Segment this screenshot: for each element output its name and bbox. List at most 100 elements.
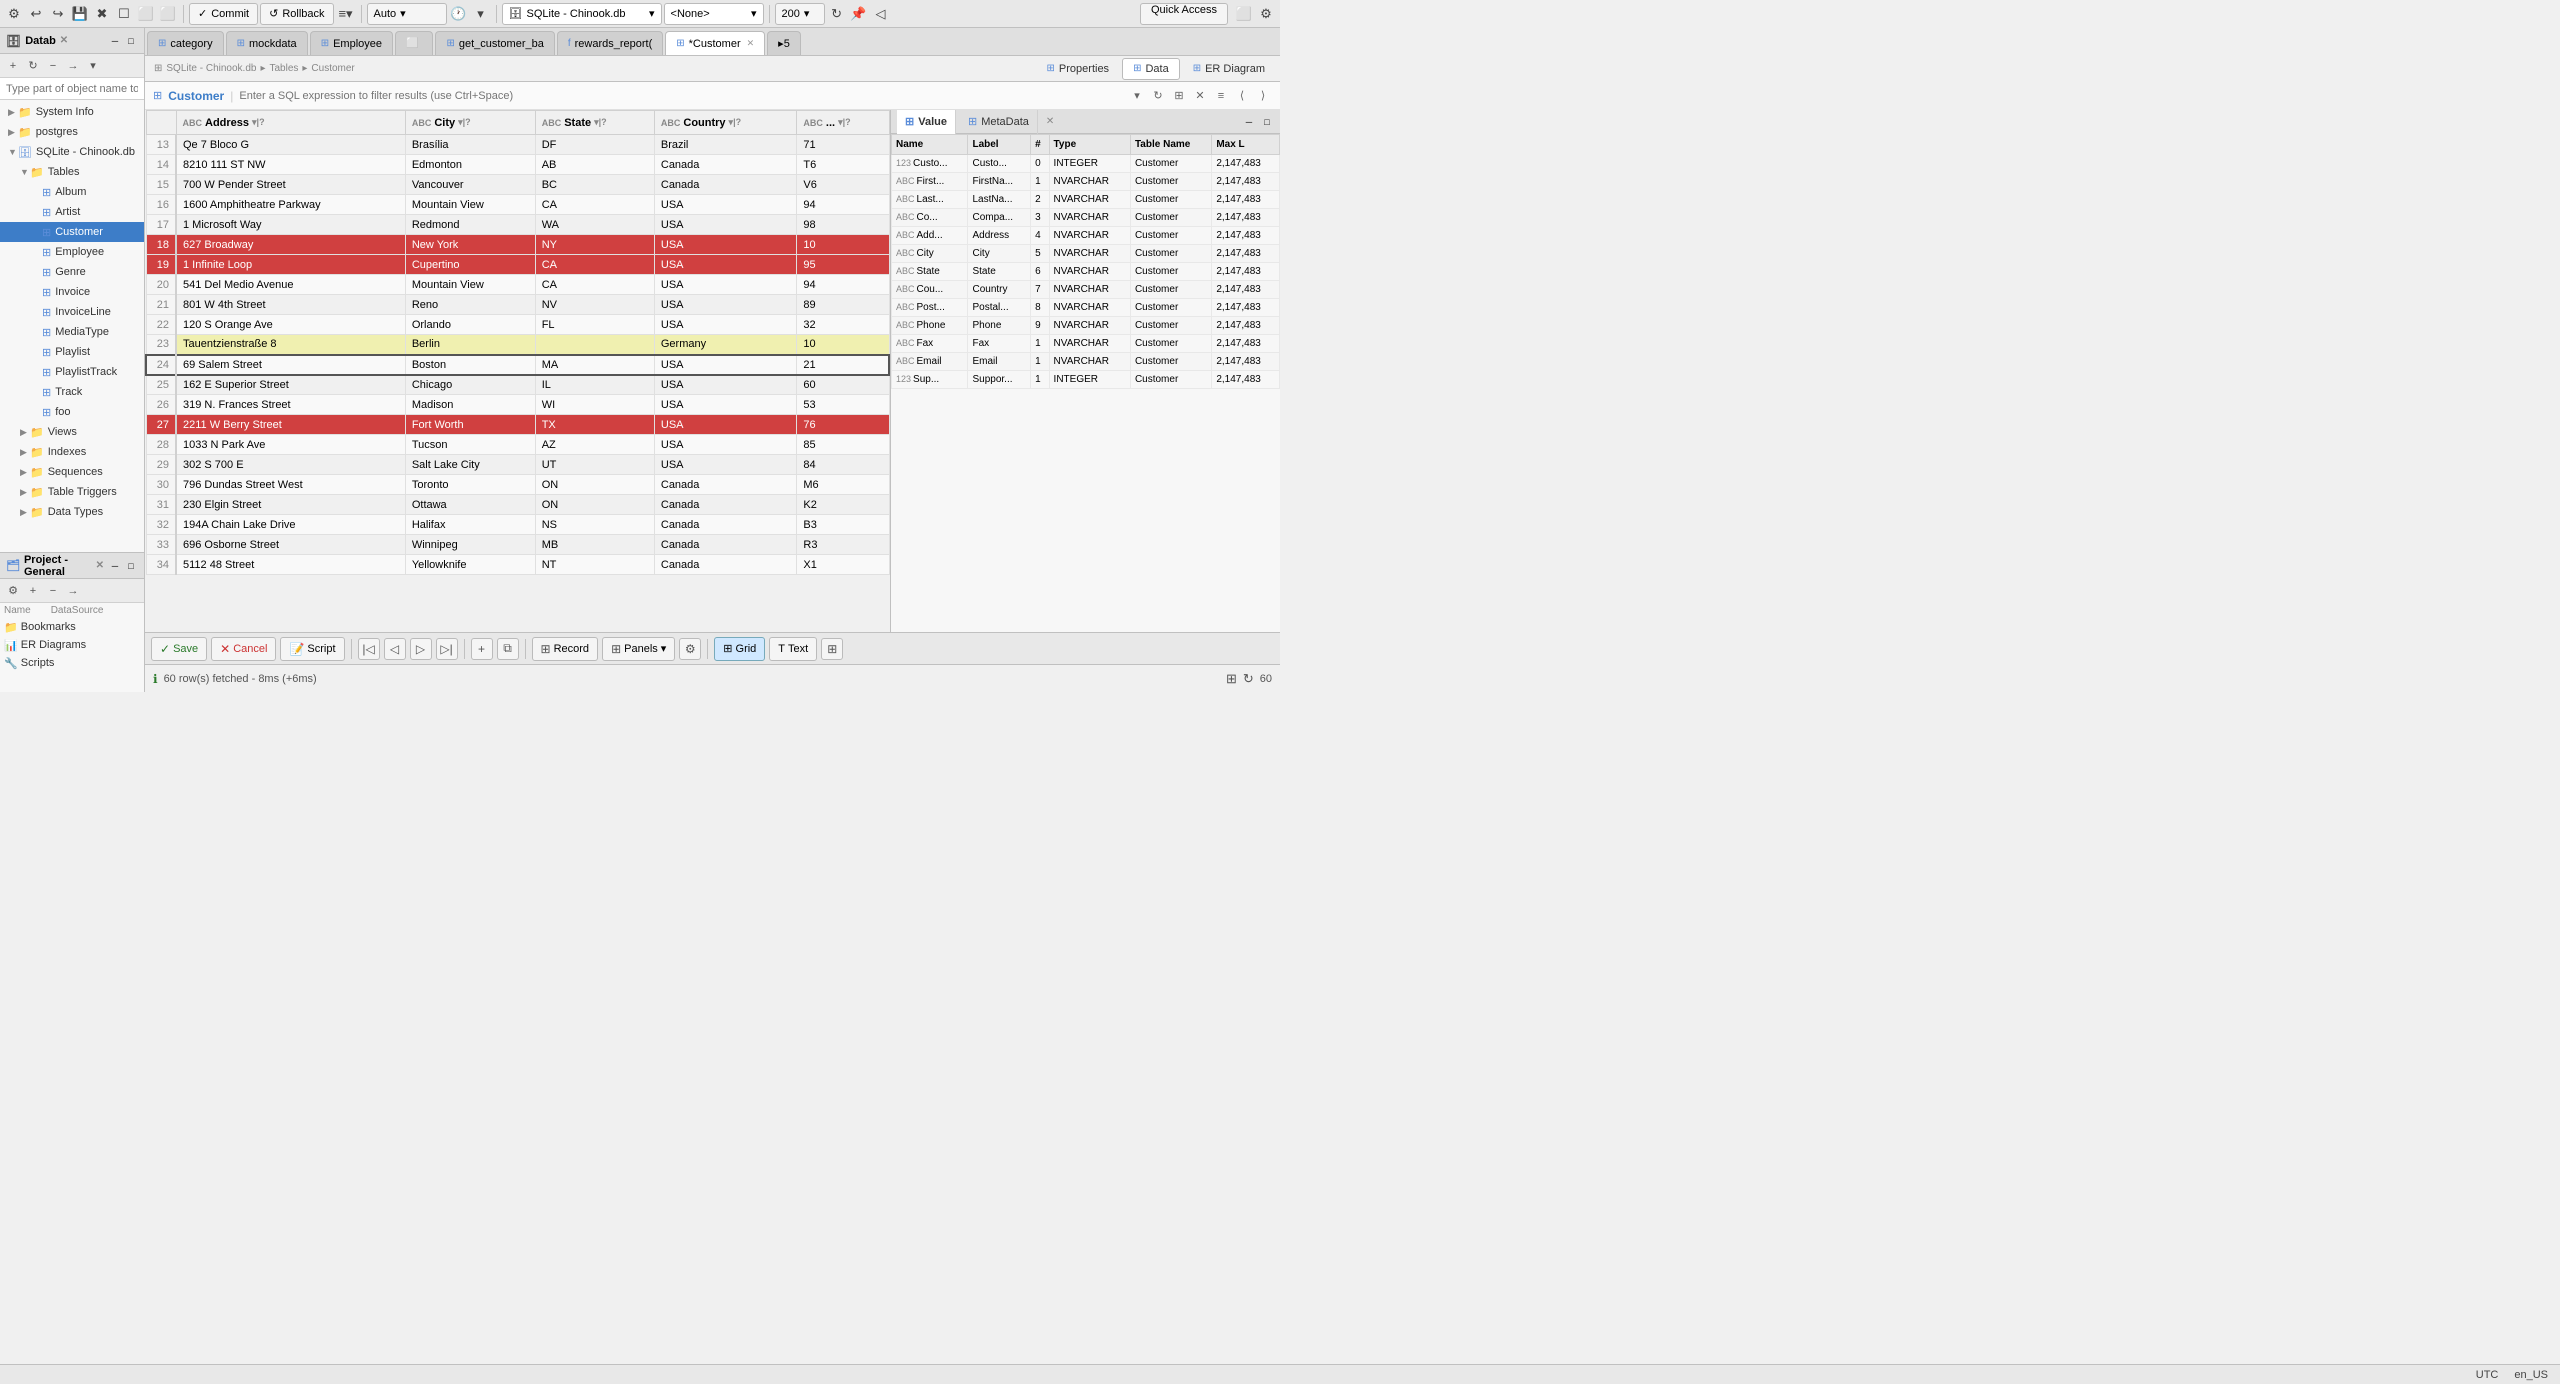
meta-tab-value[interactable]: ⊞ Value (897, 110, 956, 134)
table-row[interactable]: 21801 W 4th StreetRenoNVUSA89 (146, 295, 889, 315)
table-row[interactable]: 161600 Amphitheatre ParkwayMountain View… (146, 195, 889, 215)
table-row[interactable]: 18627 BroadwayNew YorkNYUSA10 (146, 235, 889, 255)
meta-maximize[interactable]: □ (1260, 115, 1274, 129)
rollback-button[interactable]: ↺ Rollback (260, 3, 333, 25)
project-item-bookmarks[interactable]: 📁 Bookmarks (0, 618, 144, 636)
save-button[interactable]: ✓ Save (151, 637, 207, 661)
db-panel-close-x[interactable]: ✕ (60, 35, 68, 46)
panel-minus-icon[interactable]: − (44, 57, 62, 75)
tree-item-invoiceline[interactable]: ⊞InvoiceLine (0, 302, 144, 322)
tree-item-playlisttrack[interactable]: ⊞PlaylistTrack (0, 362, 144, 382)
tab-more[interactable]: ▸5 (767, 31, 801, 55)
filter-icon-7[interactable]: ⟩ (1254, 87, 1272, 105)
table-row[interactable]: 148210 111 ST NWEdmontonABCanadaT6 (146, 155, 889, 175)
proj-minimize[interactable]: ─ (108, 559, 122, 573)
sub-tab-er-diagram[interactable]: ⊞ER Diagram (1182, 58, 1276, 80)
toolbar-icon-1[interactable]: ⚙ (4, 4, 24, 24)
toolbar-icon-refresh[interactable]: ↻ (827, 4, 847, 24)
panels-button[interactable]: ⊞ Panels ▾ (602, 637, 675, 661)
col-header-...[interactable]: ABC...▾|? (797, 111, 889, 135)
tree-item-invoice[interactable]: ⊞Invoice (0, 282, 144, 302)
tree-item-playlist[interactable]: ⊞Playlist (0, 342, 144, 362)
toolbar-icon-back[interactable]: ◁ (871, 4, 891, 24)
meta-row[interactable]: ABCLast...LastNa...2NVARCHARCustomer2,14… (892, 191, 1280, 209)
meta-tab-metadata[interactable]: ⊞ MetaData (960, 110, 1038, 134)
table-row[interactable]: 22120 S Orange AveOrlandoFLUSA32 (146, 315, 889, 335)
table-row[interactable]: 33696 Osborne StreetWinnipegMBCanadaR3 (146, 535, 889, 555)
tab-get-customer[interactable]: ⊞get_customer_ba (435, 31, 554, 55)
col-filter-icon[interactable]: ▾|? (458, 117, 471, 128)
nav-copy-row-btn[interactable]: ⧉ (497, 638, 519, 660)
tree-item-mediatype[interactable]: ⊞MediaType (0, 322, 144, 342)
tree-item-album[interactable]: ⊞Album (0, 182, 144, 202)
nav-next-btn[interactable]: ▷ (410, 638, 432, 660)
toolbar-icon-pin[interactable]: 📌 (849, 4, 869, 24)
sub-tab-properties[interactable]: ⊞Properties (1036, 58, 1121, 80)
tree-item-artist[interactable]: ⊞Artist (0, 202, 144, 222)
table-row[interactable]: 272211 W Berry StreetFort WorthTXUSA76 (146, 415, 889, 435)
tab-close[interactable]: ✕ (747, 38, 755, 49)
meta-row[interactable]: ABCStateState6NVARCHARCustomer2,147,483 (892, 263, 1280, 281)
col-header-state[interactable]: ABCState▾|? (535, 111, 654, 135)
tree-item-foo[interactable]: ⊞foo (0, 402, 144, 422)
filter-clear-btn[interactable]: ✕ (1191, 87, 1209, 105)
table-row[interactable]: 31230 Elgin StreetOttawaONCanadaK2 (146, 495, 889, 515)
meta-row[interactable]: ABCCityCity5NVARCHARCustomer2,147,483 (892, 245, 1280, 263)
db-selector[interactable]: 🗄 SQLite - Chinook.db ▾ (502, 3, 662, 25)
tree-item-data-types[interactable]: ▶📁Data Types (0, 502, 144, 522)
table-row[interactable]: 2469 Salem StreetBostonMAUSA21 (146, 355, 889, 375)
proj-arrow-icon[interactable]: → (64, 582, 82, 600)
project-close-x[interactable]: ✕ (96, 560, 104, 571)
proj-gear-icon[interactable]: ⚙ (4, 582, 22, 600)
tree-item-genre[interactable]: ⊞Genre (0, 262, 144, 282)
meta-row[interactable]: ABCPhonePhone9NVARCHARCustomer2,147,483 (892, 317, 1280, 335)
meta-close-btn[interactable]: ✕ (1046, 116, 1054, 127)
panel-refresh-icon[interactable]: ↻ (24, 57, 42, 75)
tab-mockdata[interactable]: ⊞mockdata (226, 31, 308, 55)
col-filter-icon[interactable]: ▾|? (838, 117, 851, 128)
panel-arrow-icon[interactable]: → (64, 57, 82, 75)
tab-category[interactable]: ⊞category (147, 31, 224, 55)
tree-item-track[interactable]: ⊞Track (0, 382, 144, 402)
data-table-container[interactable]: ABCAddress▾|?ABCCity▾|?ABCState▾|?ABCCou… (145, 110, 890, 632)
toolbar-icon-save[interactable]: 💾 (70, 4, 90, 24)
tree-item-customer[interactable]: ⊞Customer (0, 222, 144, 242)
meta-row[interactable]: ABCAdd...Address4NVARCHARCustomer2,147,4… (892, 227, 1280, 245)
panel-more-icon[interactable]: ▾ (84, 57, 102, 75)
toolbar-icon-cancel[interactable]: ✖ (92, 4, 112, 24)
tree-filter-input[interactable] (0, 78, 144, 100)
tree-item-postgres[interactable]: ▶📁postgres (0, 122, 144, 142)
meta-row[interactable]: ABCCou...Country7NVARCHARCustomer2,147,4… (892, 281, 1280, 299)
table-row[interactable]: 25162 E Superior StreetChicagoILUSA60 (146, 375, 889, 395)
table-row[interactable]: 171 Microsoft WayRedmondWAUSA98 (146, 215, 889, 235)
cancel-button[interactable]: ✕ Cancel (211, 637, 276, 661)
toolbar-icon-arrow[interactable]: ▾ (471, 4, 491, 24)
panel-maximize[interactable]: □ (124, 34, 138, 48)
nav-add-row-btn[interactable]: + (471, 638, 493, 660)
toolbar-icon-5[interactable]: ☐ (114, 4, 134, 24)
meta-row[interactable]: 123Custo...Custo...0INTEGERCustomer2,147… (892, 155, 1280, 173)
proj-delete-icon[interactable]: − (44, 582, 62, 600)
nav-first-btn[interactable]: |◁ (358, 638, 380, 660)
grid-mode-btn[interactable]: ⊞ Grid (714, 637, 765, 661)
table-row[interactable]: 13Qe 7 Bloco GBrasíliaDFBrazil71 (146, 135, 889, 155)
meta-row[interactable]: ABCFaxFax1NVARCHARCustomer2,147,483 (892, 335, 1280, 353)
table-row[interactable]: 191 Infinite LoopCupertinoCAUSA95 (146, 255, 889, 275)
tree-item-table-triggers[interactable]: ▶📁Table Triggers (0, 482, 144, 502)
script-button[interactable]: 📝 Script (280, 637, 344, 661)
meta-row[interactable]: 123Sup...Suppor...1INTEGERCustomer2,147,… (892, 371, 1280, 389)
toolbar-icon-6[interactable]: ⬜ (136, 4, 156, 24)
table-row[interactable]: 281033 N Park AveTucsonAZUSA85 (146, 435, 889, 455)
tab-customer[interactable]: ⊞*Customer✕ (665, 31, 765, 55)
toolbar-icon-gear2[interactable]: ⚙ (1256, 4, 1276, 24)
tree-item-system-info[interactable]: ▶📁System Info (0, 102, 144, 122)
col-header-country[interactable]: ABCCountry▾|? (654, 111, 797, 135)
nav-prev-btn[interactable]: ◁ (384, 638, 406, 660)
sql-filter-input[interactable] (239, 86, 1122, 106)
table-row[interactable]: 26319 N. Frances StreetMadisonWIUSA53 (146, 395, 889, 415)
tab-sqlite-chino[interactable]: ⬜ (395, 31, 433, 55)
nav-last-btn[interactable]: ▷| (436, 638, 458, 660)
col-filter-icon[interactable]: ▾|? (729, 117, 742, 128)
auto-dropdown[interactable]: Auto ▾ (367, 3, 447, 25)
tree-item-tables[interactable]: ▼📁Tables (0, 162, 144, 182)
